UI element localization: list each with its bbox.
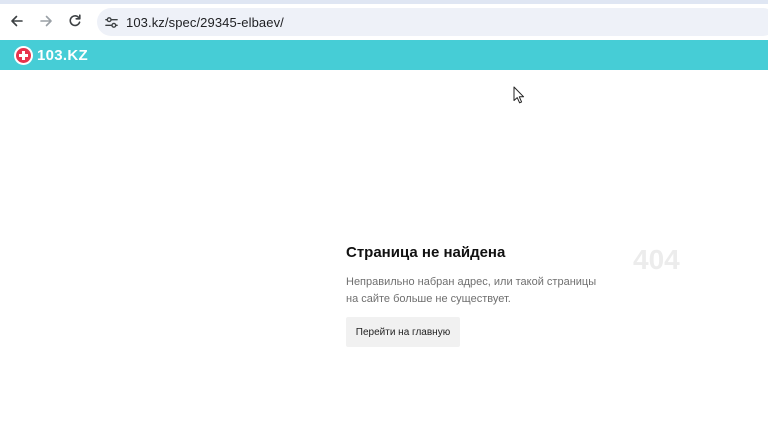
logo-text: 103.KZ xyxy=(37,46,88,64)
site-header: 103.KZ xyxy=(0,40,768,70)
go-home-button[interactable]: Перейти на главную xyxy=(346,317,460,347)
site-settings-icon xyxy=(104,16,118,28)
back-button[interactable] xyxy=(6,10,28,32)
site-settings-button[interactable] xyxy=(103,14,119,30)
address-bar[interactable]: 103.kz/spec/29345-elbaev/ xyxy=(97,8,768,36)
forward-button[interactable] xyxy=(35,10,57,32)
reload-button[interactable] xyxy=(64,10,86,32)
site-logo[interactable]: 103.KZ xyxy=(14,45,88,65)
plus-cross-icon xyxy=(14,45,33,65)
mouse-cursor-icon xyxy=(513,86,525,104)
error-title: Страница не найдена xyxy=(346,244,506,261)
forward-arrow-icon xyxy=(40,15,52,27)
error-code: 404 xyxy=(633,244,680,275)
not-found-block: Страница не найдена 404 Неправильно набр… xyxy=(346,242,706,352)
address-bar-url[interactable]: 103.kz/spec/29345-elbaev/ xyxy=(126,15,284,30)
reload-icon xyxy=(69,14,81,27)
back-arrow-icon xyxy=(11,15,23,27)
browser-toolbar: 103.kz/spec/29345-elbaev/ xyxy=(0,4,768,38)
error-description: Неправильно набран адрес, или такой стра… xyxy=(346,276,597,305)
